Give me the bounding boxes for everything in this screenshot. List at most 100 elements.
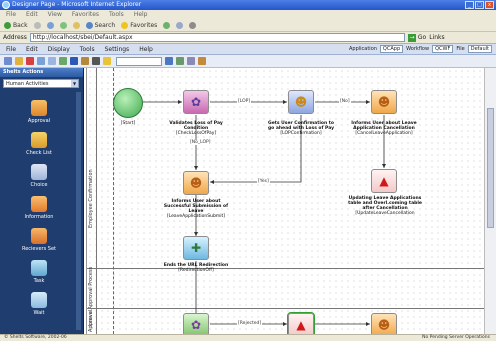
links-label[interactable]: Links [429, 34, 444, 41]
paste-icon[interactable] [59, 57, 67, 65]
open-icon[interactable] [15, 57, 23, 65]
edge-label-no-lop: [No_LOP] [189, 140, 212, 145]
forward-arrow-icon[interactable] [33, 22, 41, 29]
approval-icon: ✿ [190, 95, 202, 109]
action-wait[interactable]: Wait [0, 292, 78, 316]
information-icon: ☻ [189, 176, 203, 190]
app-menu-bar: File Edit Display Tools Settings Help Ap… [0, 44, 496, 55]
new-icon[interactable] [4, 57, 12, 65]
application-label: Application [348, 46, 377, 52]
minimize-button[interactable]: _ [465, 1, 474, 9]
server-status-text: No Pending Server Operations [422, 335, 490, 340]
node-leave-application-submit[interactable]: ☻ [183, 171, 209, 195]
task-icon: ✚ [190, 241, 202, 255]
select-tool-icon[interactable] [70, 57, 78, 65]
node-rejected-alert[interactable]: ▲ [287, 312, 315, 334]
media-icon[interactable] [163, 22, 171, 29]
refresh-icon[interactable] [59, 22, 67, 29]
approval-icon [31, 100, 47, 116]
menu-file[interactable]: File [6, 10, 16, 20]
print-icon[interactable] [189, 22, 197, 29]
back-arrow-icon [4, 22, 11, 29]
node-update-leave-cancellation[interactable]: ▲ [371, 169, 397, 193]
activity-category-select[interactable]: Human Activities ▼ [3, 79, 79, 88]
mail-icon[interactable] [176, 22, 184, 29]
node-title: Validates Loss of Pay Condition [169, 121, 223, 131]
node-title: Updating Leave Applications table and Ov… [348, 196, 422, 211]
menu-help[interactable]: Help [134, 10, 148, 20]
toolbar-input[interactable] [116, 56, 162, 66]
zoom-icon[interactable] [176, 57, 184, 65]
validate-icon[interactable] [198, 57, 206, 65]
address-input[interactable]: http://localhost/sbei/Default.aspx [29, 33, 405, 42]
node-inform-user[interactable]: ☻ [371, 313, 397, 334]
action-choice[interactable]: Choice [0, 164, 78, 188]
search-button[interactable]: Search [85, 22, 116, 29]
copy-icon[interactable] [48, 57, 56, 65]
node-id: [RedirectionOff] [178, 268, 214, 273]
menu-view[interactable]: View [48, 10, 62, 20]
start-node-label: [Start] [120, 121, 136, 126]
connector-tool-icon[interactable] [81, 57, 89, 65]
search-label: Search [94, 22, 116, 29]
ie-logo-icon [2, 1, 10, 9]
window-controls: _ □ x [465, 1, 494, 9]
favorites-button[interactable]: Favorites [121, 22, 157, 29]
browser-toolbar: Back Search Favorites [0, 20, 496, 32]
node-cancel-leave-application[interactable]: ☻ [371, 90, 397, 114]
note-tool-icon[interactable] [103, 57, 111, 65]
scrollbar-thumb[interactable] [487, 108, 494, 228]
action-label: Wait [33, 310, 45, 316]
workflow-canvas[interactable]: Employee Confirmation Leave Approval Pro… [86, 68, 484, 334]
app-menu-help[interactable]: Help [139, 46, 153, 53]
checklist-icon [31, 132, 47, 148]
go-label: Go [417, 34, 427, 41]
home-icon[interactable] [72, 22, 80, 29]
delete-icon[interactable] [26, 57, 34, 65]
action-check-list[interactable]: Check List [0, 132, 78, 156]
window-title-bar: Designer Page - Microsoft Internet Explo… [0, 0, 496, 10]
go-arrow-icon: → [407, 33, 416, 42]
node-redirection-off[interactable]: ✚ [183, 236, 209, 260]
action-approval[interactable]: Approval [0, 100, 78, 124]
action-information[interactable]: Information [0, 196, 78, 220]
close-button[interactable]: x [485, 1, 494, 9]
app-menu-tools[interactable]: Tools [80, 46, 95, 53]
action-label: Task [33, 278, 45, 284]
node-approval[interactable]: ✿ [183, 313, 209, 334]
app-menu-edit[interactable]: Edit [26, 46, 38, 53]
back-button[interactable]: Back [4, 22, 28, 29]
app-menu-file[interactable]: File [6, 46, 16, 53]
window-title: Designer Page - Microsoft Internet Explo… [12, 1, 142, 8]
file-select[interactable]: Default [467, 45, 492, 53]
browser-menu-bar: File Edit View Favorites Tools Help [0, 10, 496, 20]
search-icon [85, 22, 93, 29]
workflow-select[interactable]: QCWF [432, 45, 454, 53]
app-menu-display[interactable]: Display [48, 46, 70, 53]
app-menu-settings[interactable]: Settings [105, 46, 130, 53]
menu-edit[interactable]: Edit [26, 10, 38, 20]
menu-favorites[interactable]: Favorites [72, 10, 99, 20]
settings-icon[interactable] [187, 57, 195, 65]
edge-label-rejected: [Rejected] [237, 321, 263, 326]
node-lop-confirmation[interactable]: ☻ [288, 90, 314, 114]
app-selectors: Application QCApp Workflow QCWF File Def… [349, 45, 492, 53]
text-tool-icon[interactable] [92, 57, 100, 65]
node-label: Informs User about Leave Application Can… [349, 121, 419, 136]
stop-icon[interactable] [46, 22, 54, 29]
action-task[interactable]: Task [0, 260, 78, 284]
action-recievers-set[interactable]: Recievers Set [0, 228, 78, 252]
application-select[interactable]: QCApp [379, 45, 404, 53]
node-label: Validates Loss of Pay Condition [CheckLos… [163, 121, 229, 136]
maximize-button[interactable]: □ [475, 1, 484, 9]
search-icon[interactable] [165, 57, 173, 65]
go-button[interactable]: → Go [407, 33, 427, 42]
start-node[interactable] [113, 88, 143, 118]
confirmation-icon: ☻ [294, 95, 308, 109]
menu-tools[interactable]: Tools [109, 10, 124, 20]
cut-icon[interactable] [37, 57, 45, 65]
canvas-scrollbar[interactable] [484, 68, 496, 334]
warning-icon: ▲ [379, 174, 389, 188]
task-icon [31, 260, 47, 276]
node-validates-loss-of-pay[interactable]: ✿ [183, 90, 209, 114]
